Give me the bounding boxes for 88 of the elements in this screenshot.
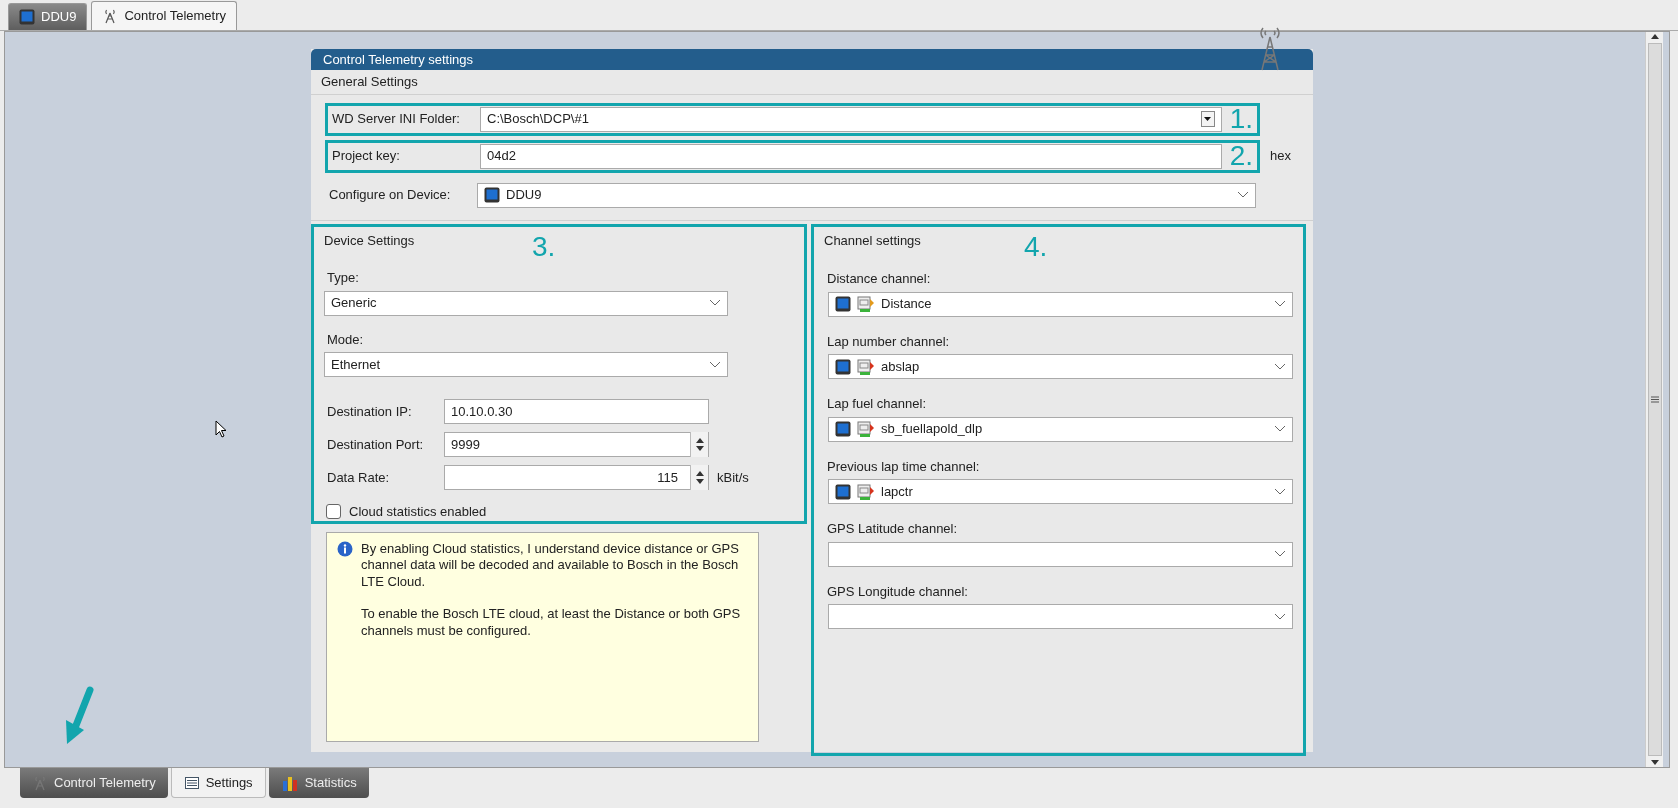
annotation-number: 3.	[532, 232, 556, 261]
arrow-up-icon	[695, 438, 704, 443]
dropdown-value: Ethernet	[331, 355, 381, 374]
input-field[interactable]: 04d2	[480, 143, 1222, 169]
field-label: Destination Port:	[327, 435, 425, 454]
caret-down-icon	[1204, 117, 1212, 121]
scrollbar[interactable]	[1645, 32, 1663, 767]
field-label: Configure on Device:	[329, 186, 452, 205]
arrow-down-icon	[1650, 760, 1659, 765]
channel-icon	[857, 420, 875, 438]
dropdown[interactable]: Generic	[324, 290, 728, 316]
monitor-icon	[835, 483, 851, 500]
combo-field[interactable]: C:\Bosch\DCP\#1	[480, 106, 1222, 132]
grip-icon	[1650, 396, 1659, 403]
field-label: Data Rate:	[327, 468, 391, 487]
dropdown-value: abslap	[881, 357, 920, 376]
monitor-icon	[835, 421, 851, 437]
chevron-down-icon	[1274, 487, 1286, 496]
field-label: Lap number channel:	[827, 332, 951, 351]
dropdown-button[interactable]	[1200, 111, 1215, 127]
info-icon	[337, 540, 353, 557]
bar-chart-icon	[280, 774, 299, 792]
chevron-down-icon	[1274, 362, 1286, 371]
arrow-down-icon	[695, 479, 704, 484]
channel-icon	[857, 357, 875, 376]
dropdown-value: sb_fuellapold_dlp	[881, 420, 983, 439]
field-label: Destination IP:	[327, 402, 413, 421]
dropdown[interactable]: Ethernet	[324, 352, 728, 377]
info-text: By enabling Cloud statistics, I understand device distance or GPS channel data will be decoded and available to Bosch in the Bosch LTE Cloud.	[361, 540, 740, 592]
section-title: Channel settings	[823, 231, 922, 250]
chevron-down-icon	[1237, 191, 1249, 199]
field-label: Mode:	[327, 330, 365, 349]
annotation-number: 1.	[1229, 105, 1253, 133]
chevron-down-icon	[1274, 612, 1286, 621]
monitor-icon	[484, 187, 500, 203]
dropdown[interactable]: lapctr	[828, 479, 1293, 504]
monitor-icon	[835, 296, 851, 312]
spin-buttons[interactable]	[690, 465, 708, 490]
field-label: Type:	[327, 269, 360, 287]
chevron-down-icon	[1274, 425, 1286, 433]
field-label: Project key:	[332, 147, 401, 166]
dropdown-value: Generic	[331, 294, 377, 313]
field-label: Previous lap time channel:	[827, 457, 981, 476]
arrow-up-icon	[1650, 34, 1659, 39]
annotation-number: 4.	[1024, 232, 1048, 261]
monitor-icon	[835, 358, 851, 375]
arrow-up-icon	[695, 471, 704, 476]
arrow-down-icon	[695, 446, 704, 451]
field-label: GPS Latitude channel:	[827, 520, 959, 538]
scroll-thumb[interactable]	[1647, 43, 1662, 756]
tab[interactable]: Control Telemetry	[91, 1, 238, 30]
checkbox-label: Cloud statistics enabled	[349, 503, 487, 521]
tab[interactable]: Statistics	[268, 768, 369, 798]
monitor-icon	[19, 9, 35, 25]
chevron-down-icon	[709, 299, 721, 307]
dropdown-value: lapctr	[881, 482, 913, 501]
dialog-header: Control Telemetry settings	[311, 49, 1313, 70]
info-text: To enable the Bosch LTE cloud, at least the Distance or both GPS channels must be configured.	[361, 606, 742, 640]
dropdown[interactable]: abslap	[828, 354, 1293, 379]
channel-icon	[857, 295, 875, 313]
field-label: GPS Longitude channel:	[827, 582, 969, 601]
channel-icon	[857, 482, 875, 501]
chevron-down-icon	[1274, 300, 1286, 308]
dropdown[interactable]: Distance	[828, 291, 1293, 317]
unit-label: hex	[1270, 147, 1291, 166]
unit-label: kBit/s	[717, 468, 749, 487]
antenna-tower-icon	[32, 775, 48, 791]
section-title: Device Settings	[323, 231, 416, 250]
input-field[interactable]: 10.10.0.30	[444, 399, 709, 424]
dropdown-value: Distance	[881, 295, 932, 314]
spin-field[interactable]: 115	[444, 465, 709, 490]
dropdown[interactable]: DDU9	[477, 182, 1256, 208]
tab[interactable]: DDU9	[8, 3, 88, 30]
annotation-number: 2.	[1229, 142, 1253, 170]
section-title: General Settings	[311, 70, 1313, 95]
dropdown[interactable]: sb_fuellapold_dlp	[828, 416, 1293, 442]
checkbox[interactable]	[326, 504, 341, 520]
chevron-down-icon	[709, 360, 721, 369]
field-label: Lap fuel channel:	[827, 395, 928, 413]
chevron-down-icon	[1274, 550, 1286, 558]
field-label: Distance channel:	[827, 270, 932, 288]
tab[interactable]: Settings	[170, 768, 266, 798]
spin-buttons[interactable]	[690, 432, 708, 457]
list-icon	[183, 774, 200, 791]
spin-field[interactable]: 9999	[444, 432, 709, 457]
field-label: WD Server INI Folder:	[332, 110, 461, 129]
mouse-cursor-icon	[215, 420, 227, 438]
dropdown-value: DDU9	[506, 186, 542, 205]
